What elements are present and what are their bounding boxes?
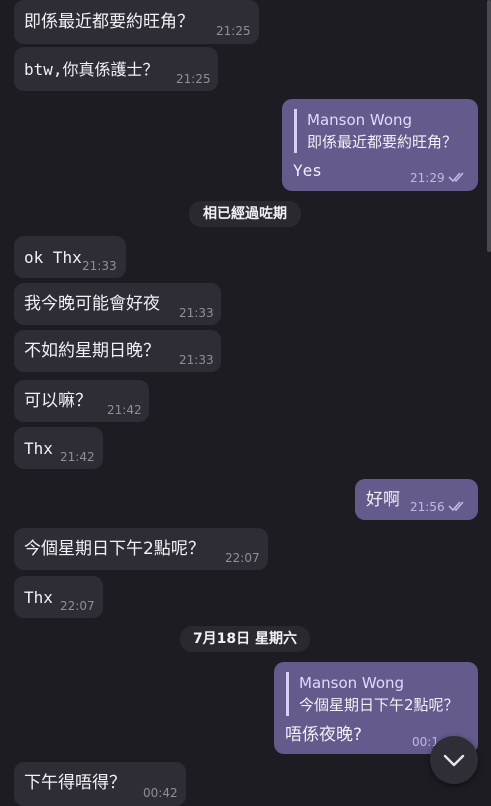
date-separator: 7月18日 星期六 <box>180 626 310 652</box>
message-time: 21:25 <box>216 24 251 38</box>
double-check-icon <box>448 501 464 512</box>
message-time: 21:56 <box>410 500 445 514</box>
message-text: 不如約星期日晚？ <box>24 341 160 361</box>
message-text: Thx <box>24 588 53 607</box>
reply-sender-name: Manson Wong <box>307 111 413 129</box>
double-check-icon <box>448 172 464 183</box>
chevron-down-icon <box>443 754 465 767</box>
message-time: 21:33 <box>179 306 214 320</box>
message-text: 即係最近都要約旺角？ <box>24 12 194 32</box>
incoming-message[interactable]: 不如約星期日晚？ 21:33 <box>14 330 221 372</box>
message-text: Yes <box>293 161 322 180</box>
message-time: 21:25 <box>176 72 211 86</box>
incoming-message[interactable]: ok Thx 21:33 <box>14 236 126 278</box>
message-text: 我今晚可能會好夜 <box>24 294 160 314</box>
incoming-message[interactable]: Thx 21:42 <box>14 427 103 469</box>
message-text: ok Thx <box>24 248 82 267</box>
message-text: 可以嘛？ <box>24 391 92 411</box>
message-text: 下午得唔得？ <box>24 773 126 793</box>
incoming-message[interactable]: btw,你真係護士？ 21:25 <box>14 47 218 91</box>
incoming-message[interactable]: Thx 22:07 <box>14 576 103 618</box>
date-separator: 相已經過咗期 <box>189 201 301 227</box>
message-text: 今個星期日下午2點呢？ <box>24 539 205 559</box>
message-time: 21:33 <box>179 353 214 367</box>
reply-sender-name: Manson Wong <box>299 674 405 692</box>
outgoing-message[interactable]: 好啊 21:56 <box>355 479 478 520</box>
outgoing-message[interactable]: Manson Wong 即係最近都要約旺角？ Yes 21:29 <box>282 99 478 191</box>
chat-message-list[interactable]: 即係最近都要約旺角？ 21:25 btw,你真係護士？ 21:25 Manson… <box>0 0 491 806</box>
incoming-message[interactable]: 可以嘛？ 21:42 <box>14 380 149 422</box>
message-text: 好啊 <box>366 490 400 510</box>
message-text: btw,你真係護士？ <box>24 60 159 79</box>
reply-quote[interactable]: Manson Wong 即係最近都要約旺角？ <box>294 109 466 153</box>
reply-quoted-text: 今個星期日下午2點呢？ <box>299 696 459 714</box>
message-time: 22:07 <box>60 599 95 613</box>
message-time: 21:33 <box>82 259 117 273</box>
message-time: 21:42 <box>107 403 142 417</box>
incoming-message[interactable]: 今個星期日下午2點呢？ 22:07 <box>14 528 268 570</box>
message-time: 21:42 <box>60 450 95 464</box>
scrollbar[interactable] <box>487 0 491 252</box>
message-text: Thx <box>24 439 53 458</box>
message-time: 21:29 <box>410 171 445 185</box>
reply-quote[interactable]: Manson Wong 今個星期日下午2點呢？ <box>286 672 466 716</box>
message-time: 22:07 <box>225 551 260 565</box>
incoming-message[interactable]: 我今晚可能會好夜 21:33 <box>14 283 221 325</box>
reply-quoted-text: 即係最近都要約旺角？ <box>307 133 458 151</box>
incoming-message[interactable]: 即係最近都要約旺角？ 21:25 <box>14 0 259 44</box>
message-time: 00:42 <box>143 786 178 800</box>
incoming-message[interactable]: 下午得唔得？ 00:42 <box>14 762 186 806</box>
scroll-down-button[interactable] <box>430 736 478 784</box>
message-text: 唔係夜晚? <box>285 725 363 745</box>
